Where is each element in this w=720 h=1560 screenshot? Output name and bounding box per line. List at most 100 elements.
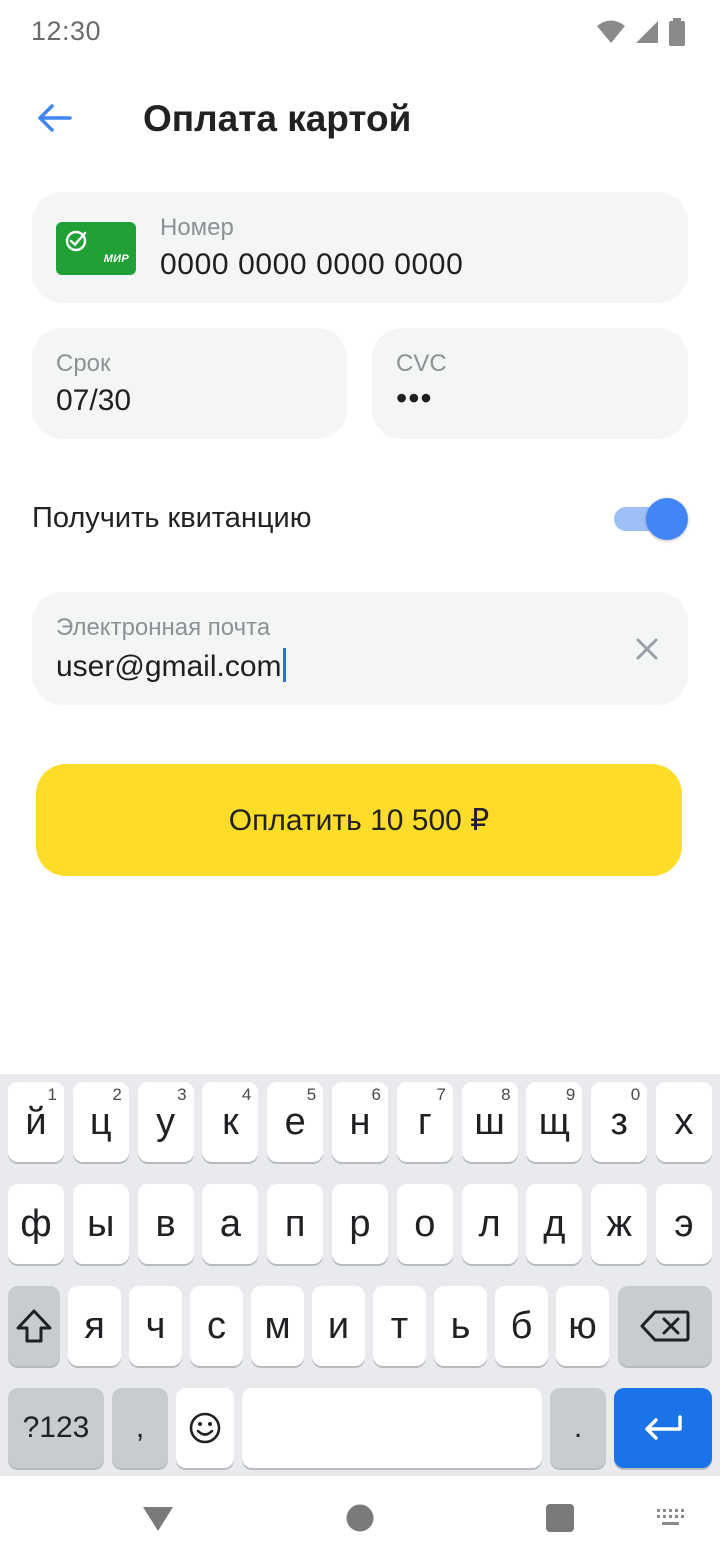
sber-checkmark-icon: [65, 230, 87, 252]
key-letter: к: [222, 1100, 239, 1143]
key-row1-7[interactable]: ш8: [461, 1082, 518, 1162]
key-number-hint: 7: [436, 1085, 446, 1104]
cvc-label: CVC: [396, 350, 447, 377]
backspace-icon: [640, 1310, 690, 1342]
keyboard-row-1: й1ц2у3к4е5н6г7ш8щ9з0х: [0, 1082, 720, 1162]
receipt-toggle[interactable]: [612, 498, 688, 540]
battery-icon: [669, 18, 685, 46]
expiry-label: Срок: [56, 350, 111, 377]
key-row2-7[interactable]: л: [461, 1184, 518, 1264]
receipt-label: Получить квитанцию: [32, 502, 312, 534]
key-row3-1[interactable]: ч: [129, 1286, 182, 1366]
key-letter: ц: [89, 1100, 112, 1143]
comma-key[interactable]: ,: [112, 1388, 168, 1468]
symbols-key[interactable]: ?123: [8, 1388, 104, 1468]
key-row1-1[interactable]: ц2: [72, 1082, 129, 1162]
key-row3-7[interactable]: б: [495, 1286, 548, 1366]
email-value-wrap: user@gmail.com: [56, 648, 286, 684]
backspace-key[interactable]: [618, 1286, 712, 1366]
toggle-knob: [646, 498, 688, 540]
key-row2-6[interactable]: о: [396, 1184, 453, 1264]
key-row1-3[interactable]: к4: [202, 1082, 259, 1162]
nav-home-icon[interactable]: [346, 1504, 374, 1532]
nav-back-icon[interactable]: [142, 1506, 174, 1532]
signal-icon: [636, 21, 658, 43]
back-button[interactable]: [30, 94, 78, 142]
key-letter: ш: [474, 1100, 505, 1143]
key-row1-8[interactable]: щ9: [526, 1082, 583, 1162]
space-key[interactable]: [242, 1388, 542, 1468]
key-number-hint: 1: [47, 1085, 57, 1104]
key-row1-10[interactable]: х: [656, 1082, 712, 1162]
status-icons: [596, 18, 686, 46]
email-value: user@gmail.com: [56, 650, 282, 683]
arrow-left-icon: [38, 104, 72, 132]
expiry-value: 07/30: [56, 384, 132, 417]
key-row1-0[interactable]: й1: [8, 1082, 64, 1162]
key-letter: у: [156, 1100, 176, 1143]
keyboard-row-3: ячсмитьбю: [0, 1286, 720, 1366]
key-row2-4[interactable]: п: [267, 1184, 324, 1264]
key-number-hint: 2: [112, 1085, 122, 1104]
key-letter: з: [610, 1100, 628, 1143]
shift-icon: [16, 1309, 52, 1343]
cvc-value: •••: [396, 380, 433, 416]
key-row2-8[interactable]: д: [526, 1184, 583, 1264]
key-row3-8[interactable]: ю: [556, 1286, 609, 1366]
keyboard-row-4: ?123 , .: [0, 1388, 720, 1468]
enter-key[interactable]: [614, 1388, 712, 1468]
card-number-field[interactable]: МИР Номер 0000 0000 0000 0000: [32, 192, 688, 303]
key-letter: й: [25, 1100, 47, 1143]
key-row3-2[interactable]: с: [190, 1286, 243, 1366]
clear-email-button[interactable]: [630, 632, 664, 666]
key-row2-5[interactable]: р: [332, 1184, 388, 1264]
key-row3-5[interactable]: т: [373, 1286, 426, 1366]
key-row3-0[interactable]: я: [68, 1286, 121, 1366]
system-nav-bar: [0, 1476, 720, 1560]
mir-logo-text: МИР: [103, 253, 129, 265]
cvc-field[interactable]: CVC •••: [372, 328, 688, 439]
key-row2-9[interactable]: ж: [591, 1184, 648, 1264]
period-key[interactable]: .: [550, 1388, 606, 1468]
key-letter: г: [417, 1100, 432, 1143]
key-row1-6[interactable]: г7: [396, 1082, 453, 1162]
key-row1-2[interactable]: у3: [137, 1082, 194, 1162]
expiry-field[interactable]: Срок 07/30: [32, 328, 347, 439]
payment-screen: 12:30 Оплата картой МИР Номер 0000 0000 …: [0, 0, 720, 1560]
key-number-hint: 9: [565, 1085, 576, 1104]
key-row2-1[interactable]: ы: [72, 1184, 129, 1264]
status-time: 12:30: [31, 16, 102, 46]
email-label: Электронная почта: [56, 614, 271, 641]
key-row2-2[interactable]: в: [137, 1184, 194, 1264]
emoji-key[interactable]: [176, 1388, 234, 1468]
pay-button[interactable]: Оплатить 10 500 ₽: [36, 764, 682, 876]
key-row2-10[interactable]: э: [656, 1184, 712, 1264]
enter-icon: [645, 1415, 682, 1440]
emoji-icon: [189, 1412, 221, 1444]
key-number-hint: 4: [241, 1085, 252, 1104]
close-icon: [636, 638, 658, 660]
receipt-row: Получить квитанцию: [32, 496, 688, 542]
status-bar: 12:30: [0, 0, 720, 66]
keyboard-switch-icon[interactable]: [656, 1508, 686, 1528]
key-row3-6[interactable]: ь: [434, 1286, 487, 1366]
app-header: Оплата картой: [0, 88, 720, 152]
key-row2-0[interactable]: ф: [8, 1184, 64, 1264]
key-number-hint: 3: [177, 1085, 187, 1104]
shift-key[interactable]: [8, 1286, 60, 1366]
key-row3-4[interactable]: и: [312, 1286, 365, 1366]
key-row1-4[interactable]: е5: [267, 1082, 324, 1162]
page-title: Оплата картой: [143, 98, 412, 139]
nav-recents-icon[interactable]: [546, 1504, 574, 1532]
card-number-label: Номер: [160, 214, 234, 241]
key-number-hint: 5: [306, 1085, 317, 1104]
key-row1-9[interactable]: з0: [591, 1082, 648, 1162]
key-row2-3[interactable]: а: [202, 1184, 259, 1264]
card-number-value: 0000 0000 0000 0000: [160, 248, 464, 281]
key-number-hint: 8: [501, 1085, 511, 1104]
key-letter: н: [349, 1100, 371, 1143]
email-field[interactable]: Электронная почта user@gmail.com: [32, 592, 688, 705]
key-number-hint: 0: [630, 1085, 641, 1104]
key-row1-5[interactable]: н6: [332, 1082, 388, 1162]
key-row3-3[interactable]: м: [251, 1286, 304, 1366]
